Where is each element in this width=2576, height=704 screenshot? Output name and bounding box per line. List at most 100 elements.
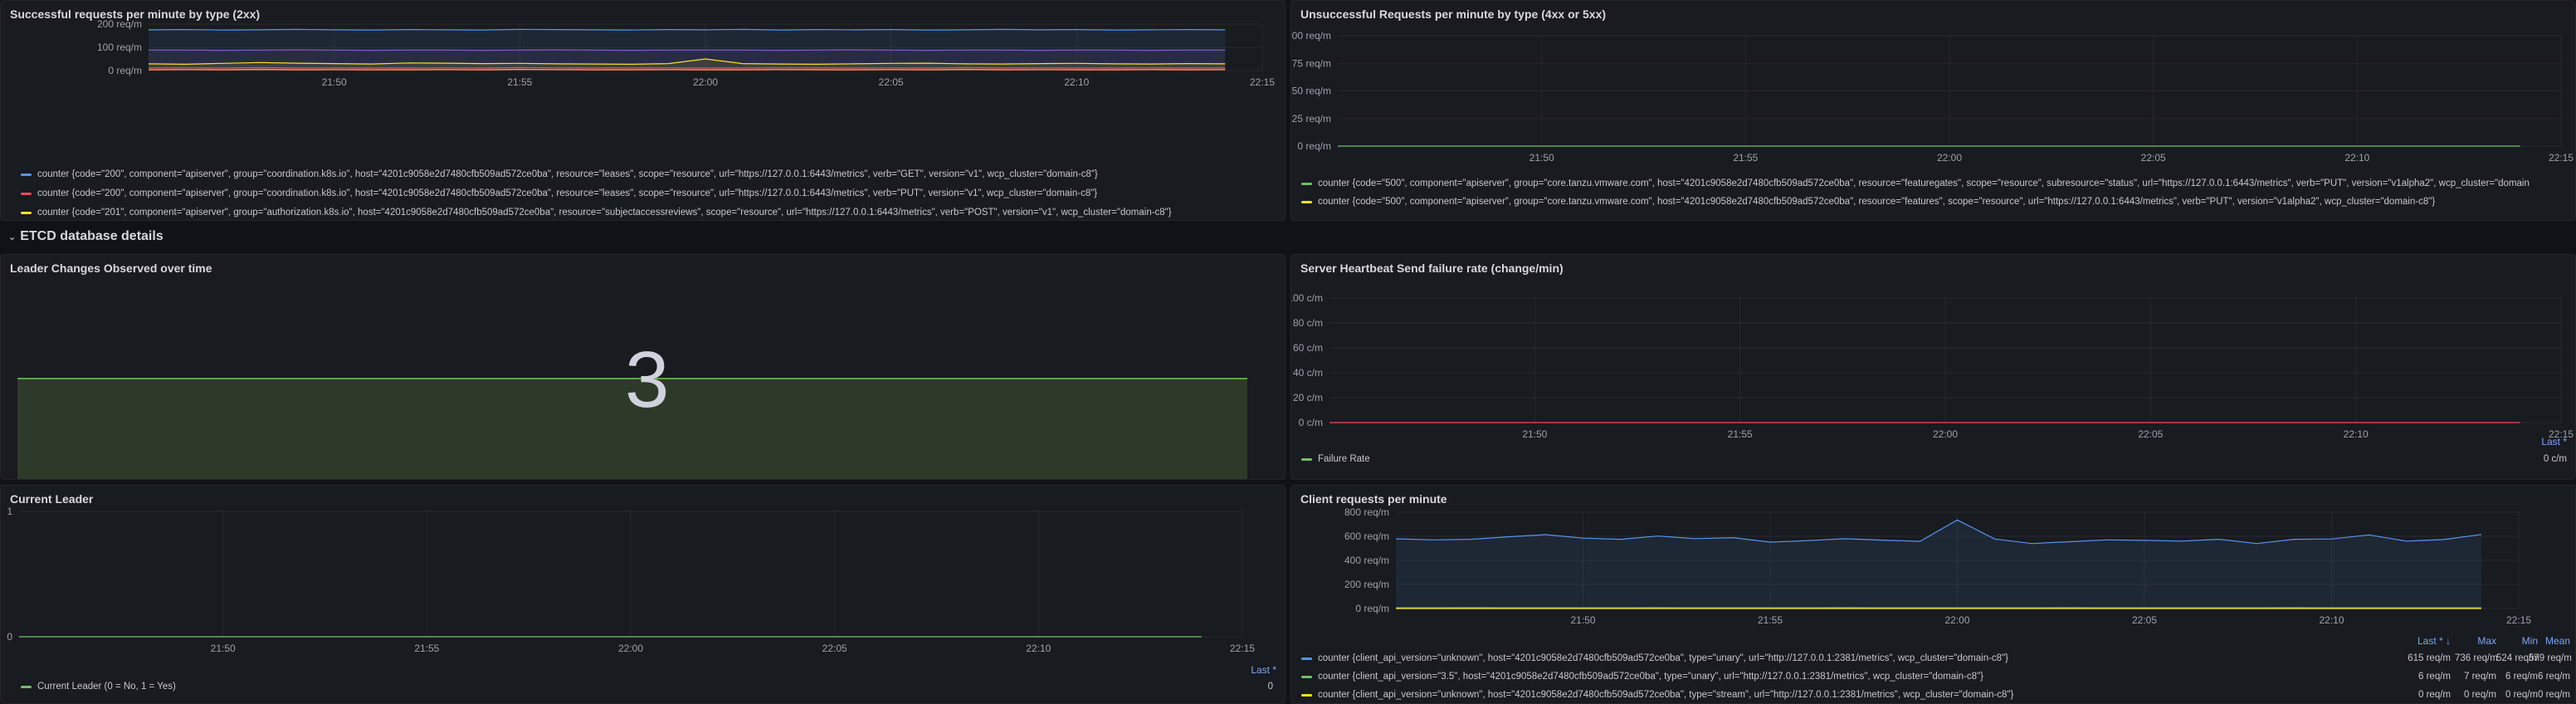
y-tick-label: 0 req/m [108,65,142,76]
panel-title[interactable]: Server Heartbeat Send failure rate (chan… [1300,262,1564,275]
series-line [148,66,1226,69]
legend-column-last[interactable]: Last * [1251,664,1276,676]
series-area [1396,520,2481,609]
legend-item[interactable]: counter {code="201", component="apiserve… [21,208,1266,218]
panel-title[interactable]: Client requests per minute [1300,492,1447,506]
chevron-down-icon: ⌄ [8,232,17,242]
x-tick-label: 22:10 [1064,76,1089,88]
legend-item[interactable]: counter {code="500", component="apiserve… [1301,178,2571,188]
y-tick-label: 20 c/m [1293,392,1323,403]
y-tick-label: 40 c/m [1293,367,1323,379]
legend-label: counter {client_api_version="3.5", host=… [1318,672,1983,682]
x-tick-label: 22:15 [1250,76,1275,88]
y-tick-label: 25 req/m [1292,113,1331,125]
x-tick-label: 22:05 [822,643,847,654]
x-tick-label: 21:50 [211,643,236,654]
x-tick-label: 22:05 [2132,614,2157,626]
legend-mean-value: 0 req/m [2538,690,2570,700]
legend-swatch [1301,457,1312,461]
chart-current-leader[interactable]: 0 1 21:50 21:55 22:00 22:05 22:10 22:15 [1,506,1286,682]
x-tick-label: 22:05 [2138,428,2163,440]
x-tick-label: 22:00 [618,643,643,654]
x-tick-label: 22:10 [2344,152,2369,164]
panel-successful-requests: Successful requests per minute by type (… [0,0,1286,221]
panel-unsuccessful-requests: Unsuccessful Requests per minute by type… [1290,0,2576,221]
legend-swatch [1301,693,1312,697]
legend-mean-value: 579 req/m [2529,653,2572,663]
legend-swatch [21,173,32,176]
panel-current-leader: Current Leader 0 1 21:50 21:55 22:00 22:05 22:… [0,485,1286,704]
legend-item[interactable]: Failure Rate [1301,454,2380,464]
legend-item[interactable]: counter {code="200", component="apiserve… [21,188,1266,198]
legend-swatch [21,685,32,688]
legend-swatch [21,192,32,195]
legend-label: Failure Rate [1318,454,1370,464]
legend-swatch [1301,182,1312,185]
x-tick-label: 21:50 [1570,614,1595,626]
panel-title[interactable]: Leader Changes Observed over time [10,262,212,275]
y-tick-label: 100 req/m [97,42,142,53]
y-tick-label: 600 req/m [1344,530,1389,542]
y-tick-label: 0 req/m [1355,603,1389,614]
legend-label: counter {client_api_version="unknown", h… [1318,653,2008,663]
panel-heartbeat-failure: Server Heartbeat Send failure rate (chan… [1290,254,2576,480]
legend-column-last[interactable]: Last * [2541,436,2567,447]
legend-column-last[interactable]: Last * ↓ [2393,635,2451,647]
legend-item[interactable]: counter {client_api_version="3.5", host=… [1301,672,2330,682]
x-tick-label: 21:55 [414,643,439,654]
x-tick-label: 22:05 [2141,152,2166,164]
legend-swatch [21,211,32,214]
legend-last-value: 0 req/m [2418,690,2451,700]
legend-item[interactable]: counter {client_api_version="unknown", h… [1301,653,2330,663]
y-tick-label: 200 req/m [97,18,142,30]
y-tick-label: 1 [7,506,12,517]
x-tick-label: 21:55 [1758,614,1783,626]
x-tick-label: 22:00 [1937,152,1962,164]
y-tick-label: 60 c/m [1293,342,1323,354]
legend-item[interactable]: Current Leader (0 = No, 1 = Yes) [21,682,1100,692]
y-tick-label: 200 req/m [1344,579,1389,590]
chart-successful-requests[interactable]: 0 req/m 100 req/m 200 req/m 21:50 21:55 22:00… [1,18,1286,188]
legend-last-value: 0 c/m [2543,454,2567,464]
legend-label: counter {code="500", component="apiserve… [1318,178,2530,188]
legend-last-value: 615 req/m [2408,653,2451,663]
legend-max-value: 7 req/m [2464,672,2496,682]
x-tick-label: 22:10 [1026,643,1051,654]
legend-swatch [1301,657,1312,660]
y-tick-label: 80 c/m [1293,317,1323,329]
legend-last-value: 0 [1267,682,1273,692]
legend-label: Current Leader (0 = No, 1 = Yes) [37,682,176,692]
legend-item[interactable]: counter {client_api_version="unknown", h… [1301,690,2330,700]
legend-item[interactable]: counter {code="500", component="apiserve… [1301,197,2571,207]
panel-title[interactable]: Unsuccessful Requests per minute by type… [1300,7,1606,21]
legend-swatch [1301,200,1312,203]
legend-column-max[interactable]: Max [2455,635,2496,647]
y-tick-label: 0 [7,631,12,643]
panel-client-requests: Client requests per minute 0 req/m 200 re… [1290,485,2576,704]
x-tick-label: 22:15 [1230,643,1255,654]
chart-unsuccessful-requests[interactable]: 0 req/m 25 req/m 50 req/m 75 req/m 100 req/m… [1291,22,2576,172]
legend-column-mean[interactable]: Mean [2529,635,2570,647]
legend-label: counter {code="500", component="apiserve… [1318,197,2436,207]
legend-item[interactable]: counter {code="200", component="apiserve… [21,169,1266,179]
legend-max-value: 736 req/m [2455,653,2498,663]
series-line [148,28,1226,31]
x-tick-label: 22:15 [2549,152,2574,164]
x-tick-label: 21:55 [1728,428,1753,440]
y-tick-label: 50 req/m [1292,86,1331,97]
legend-max-value: 0 req/m [2464,690,2496,700]
panel-title[interactable]: Current Leader [10,492,93,506]
section-header-etcd[interactable]: ⌄ ETCD database details [8,229,163,244]
legend-swatch [1301,675,1312,678]
series-line [148,68,1226,71]
x-tick-label: 22:00 [1944,614,1969,626]
chart-heartbeat-failure[interactable]: 0 c/m 20 c/m 40 c/m 60 c/m 80 c/m 100 c/m 21:5… [1291,276,2576,442]
x-tick-label: 22:10 [2319,614,2344,626]
legend-label: counter {code="201", component="apiserve… [37,208,1172,218]
x-tick-label: 22:10 [2344,428,2369,440]
x-tick-label: 21:50 [322,76,347,88]
legend-label: counter {code="200", component="apiserve… [37,188,1098,198]
legend-label: counter {code="200", component="apiserve… [37,169,1098,179]
chart-client-requests[interactable]: 0 req/m 200 req/m 400 req/m 600 req/m 800 re… [1291,506,2576,665]
y-tick-label: 0 c/m [1299,417,1323,428]
